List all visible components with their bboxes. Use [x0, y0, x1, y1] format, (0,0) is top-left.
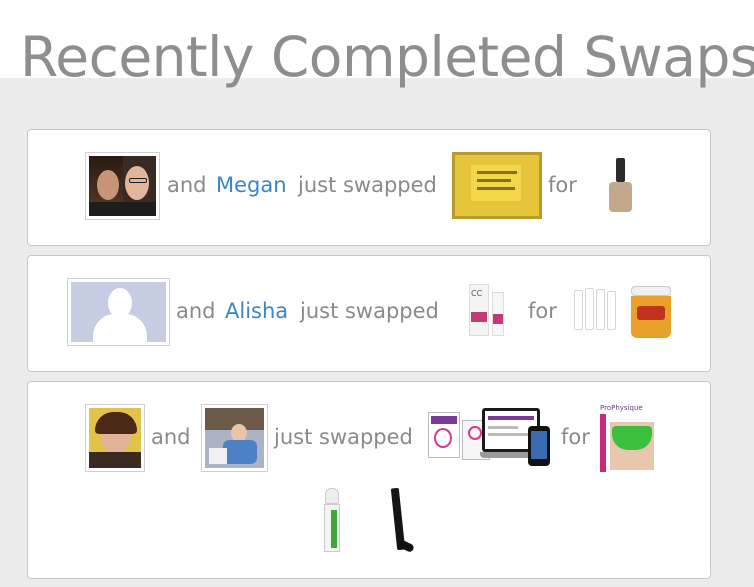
black-eyeliner-pen[interactable]	[380, 486, 416, 556]
action-text: just swapped	[298, 173, 437, 197]
roll-on-bottle[interactable]	[318, 486, 346, 556]
pro-physique-cellulite-box[interactable]: ProPhysique	[600, 404, 656, 472]
action-text: just swapped	[274, 425, 413, 449]
swap-card: and Megan just swapped for	[27, 129, 711, 246]
glass-vials-set[interactable]	[572, 286, 620, 334]
connector-text: and	[176, 299, 216, 323]
partner-link[interactable]: Megan	[216, 171, 287, 199]
action-text: just swapped	[300, 299, 439, 323]
user-avatar[interactable]	[85, 404, 145, 472]
page-title: Recently Completed Swaps	[20, 25, 754, 89]
kusmi-tea-detox-box[interactable]	[452, 152, 542, 219]
for-text: for	[548, 173, 577, 197]
for-text: for	[528, 299, 557, 323]
connector-text: and	[151, 425, 191, 449]
user-avatar[interactable]	[67, 278, 170, 346]
nail-polish-bottle[interactable]	[585, 152, 655, 220]
swap-card: and Alisha just swapped CC for	[27, 255, 711, 372]
swap-card: and just swapped for ProPhysique	[27, 381, 711, 579]
cc-cream-tubes[interactable]: CC	[457, 278, 521, 346]
for-text: for	[561, 425, 590, 449]
earphones-tablet-phone-bundle[interactable]	[428, 404, 552, 472]
user-avatar[interactable]	[201, 404, 268, 472]
user-avatar[interactable]	[85, 152, 160, 220]
hair-product-tub[interactable]	[629, 284, 673, 342]
connector-text: and	[167, 173, 207, 197]
partner-link[interactable]: Alisha	[225, 297, 288, 325]
